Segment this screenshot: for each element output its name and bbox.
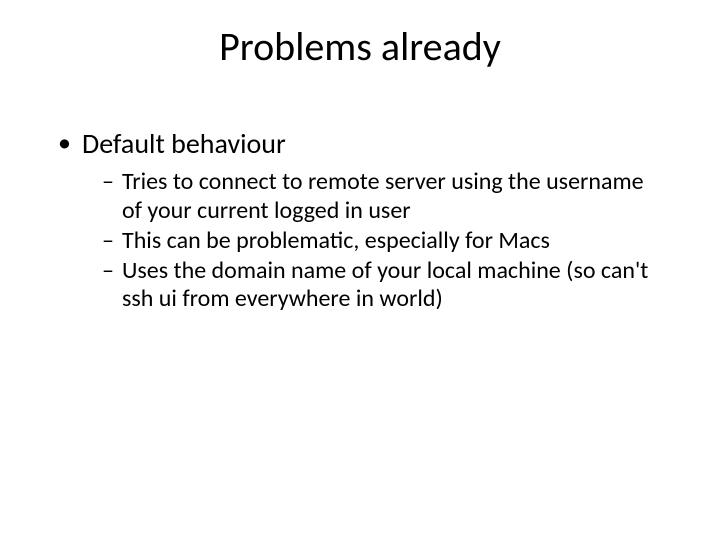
slide-title: Problems already <box>0 22 720 71</box>
bullet-level2: Uses the domain name of your local machi… <box>102 257 662 314</box>
slide-body: Default behaviour Tries to connect to re… <box>58 128 662 316</box>
bullet-level2: Tries to connect to remote server using … <box>102 168 662 225</box>
bullet-level2-group: Tries to connect to remote server using … <box>102 168 662 314</box>
slide: Problems already Default behaviour Tries… <box>0 0 720 540</box>
bullet-level2: This can be problematic, especially for … <box>102 227 662 255</box>
bullet-level1: Default behaviour <box>58 128 662 160</box>
